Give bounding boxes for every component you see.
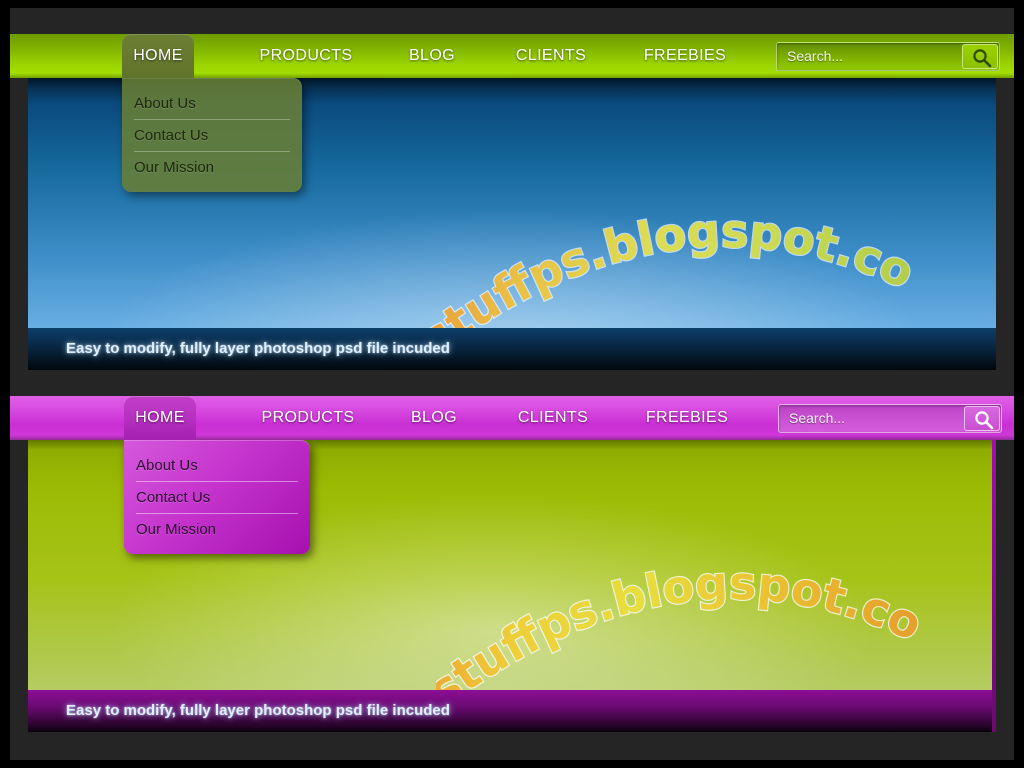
dropdown-item-our-mission[interactable]: Our Mission xyxy=(122,152,302,184)
nav-item-products[interactable]: PRODUCTS xyxy=(245,396,371,440)
dropdown-item-label: Contact Us xyxy=(134,127,209,144)
nav-item-label: PRODUCTS xyxy=(259,47,353,64)
page-canvas: stuffps.blogspot.com Easy to modify, ful… xyxy=(10,8,1014,760)
dropdown-item-label: About Us xyxy=(136,457,198,474)
dropdown-item-label: Contact Us xyxy=(136,489,211,506)
nav-item-label: BLOG xyxy=(410,409,458,426)
nav-item-freebies[interactable]: FREEBIES xyxy=(630,396,744,440)
nav-item-blog[interactable]: BLOG xyxy=(395,396,473,440)
search-button[interactable] xyxy=(964,406,1000,431)
nav-item-label: FREEBIES xyxy=(645,409,729,426)
nav-item-label: HOME xyxy=(133,47,183,64)
nav-item-home[interactable]: HOME xyxy=(124,396,196,440)
nav-item-clients[interactable]: CLIENTS xyxy=(500,34,602,78)
navigation-bar-magenta: HOME PRODUCTS BLOG CLIENTS FREEBIES Sear… xyxy=(10,396,1014,440)
dropdown-item-contact-us[interactable]: Contact Us xyxy=(124,482,310,514)
nav-item-products[interactable]: PRODUCTS xyxy=(243,34,369,78)
search-button[interactable] xyxy=(962,44,998,69)
nav-item-freebies[interactable]: FREEBIES xyxy=(628,34,742,78)
dropdown-item-contact-us[interactable]: Contact Us xyxy=(122,120,302,152)
template-variant-green-blue: stuffps.blogspot.com Easy to modify, ful… xyxy=(10,34,1014,370)
svg-text:stuffps.blogspot.com: stuffps.blogspot.com xyxy=(436,531,930,711)
dropdown-item-label: Our Mission xyxy=(134,159,215,176)
footer-strip-blue: Easy to modify, fully layer photoshop ps… xyxy=(28,328,996,370)
footer-strip-purple: Easy to modify, fully layer photoshop ps… xyxy=(28,690,996,732)
panel-right-edge-accent xyxy=(992,436,996,732)
dropdown-item-label: Our Mission xyxy=(136,521,217,538)
nav-item-label: CLIENTS xyxy=(515,47,587,64)
footer-text: Easy to modify, fully layer photoshop ps… xyxy=(66,340,450,357)
dropdown-menu-home-magenta[interactable]: About Us Contact Us Our Mission xyxy=(124,440,310,554)
nav-item-label: BLOG xyxy=(408,47,456,64)
dropdown-menu-home-green[interactable]: About Us Contact Us Our Mission xyxy=(122,78,302,192)
search-input[interactable]: Search... xyxy=(789,405,845,432)
template-variant-magenta-lime: stuffps.blogspot.com Easy to modify, ful… xyxy=(10,396,1014,732)
footer-text: Easy to modify, fully layer photoshop ps… xyxy=(66,702,450,719)
watermark-stuffps: stuffps.blogspot.com xyxy=(411,487,936,719)
dropdown-item-our-mission[interactable]: Our Mission xyxy=(124,514,310,546)
nav-item-label: CLIENTS xyxy=(517,409,589,426)
navigation-bar-green: HOME PRODUCTS BLOG CLIENTS FREEBIES Sear… xyxy=(10,34,1014,78)
nav-item-blog[interactable]: BLOG xyxy=(393,34,471,78)
search-box-green[interactable]: Search... xyxy=(776,42,1000,71)
dropdown-item-about-us[interactable]: About Us xyxy=(122,88,302,120)
search-icon xyxy=(973,49,992,68)
watermark-text-lime: stuffps.blogspot.com xyxy=(411,487,931,719)
nav-item-label: FREEBIES xyxy=(643,47,727,64)
dropdown-item-about-us[interactable]: About Us xyxy=(124,450,310,482)
search-box-magenta[interactable]: Search... xyxy=(778,404,1002,433)
dropdown-item-label: About Us xyxy=(134,95,196,112)
nav-item-home[interactable]: HOME xyxy=(122,34,194,78)
nav-item-label: PRODUCTS xyxy=(261,409,355,426)
screenshot-stage: stuffps.blogspot.com Easy to modify, ful… xyxy=(0,0,1024,768)
search-icon xyxy=(975,411,994,430)
nav-item-label: HOME xyxy=(135,409,185,426)
search-input[interactable]: Search... xyxy=(787,43,843,70)
nav-item-clients[interactable]: CLIENTS xyxy=(502,396,604,440)
